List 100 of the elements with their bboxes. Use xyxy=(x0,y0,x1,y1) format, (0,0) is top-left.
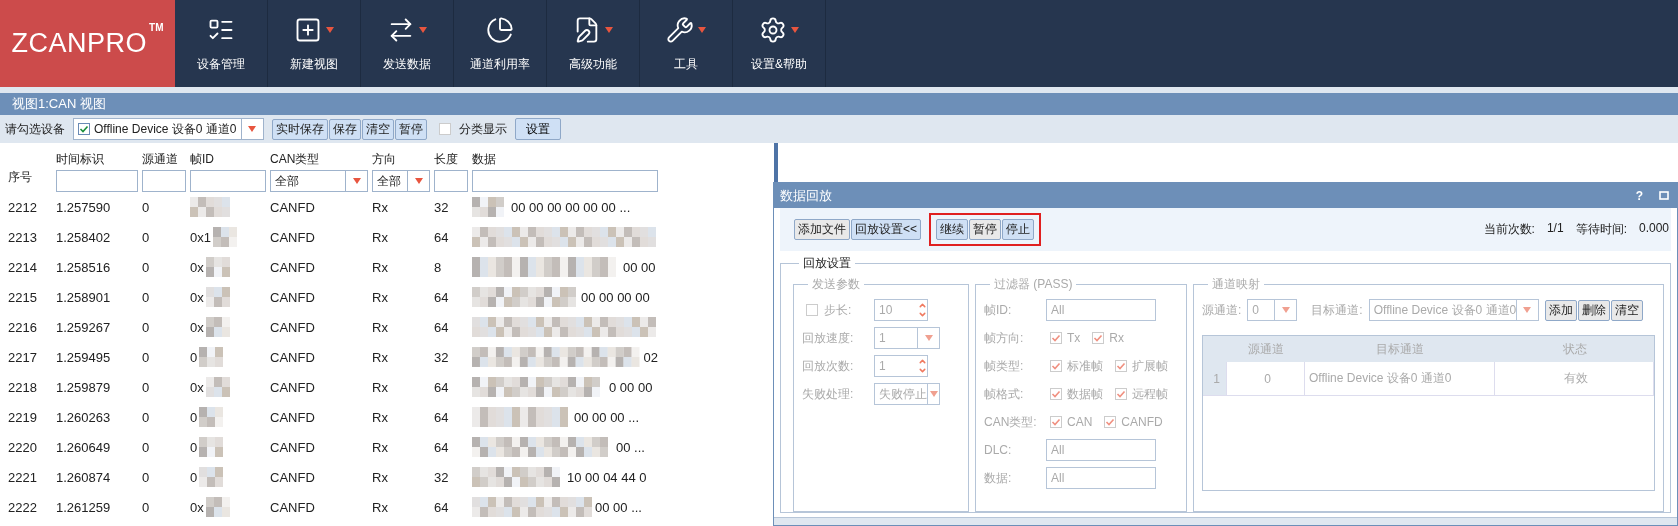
field-label: 回放次数: xyxy=(802,357,854,375)
dropdown-arrow-icon xyxy=(698,27,706,33)
control-button[interactable]: 继续 xyxy=(936,219,968,241)
toolbar-button[interactable]: 添加文件 xyxy=(794,219,850,241)
table-cell-text: 1.257590 xyxy=(56,198,112,217)
control-button[interactable]: 停止 xyxy=(1002,219,1034,241)
table-cell: 0 xyxy=(1227,362,1305,397)
table-cell-text: 1.260263 xyxy=(56,408,112,427)
table-cell-text: CANFD xyxy=(270,408,316,427)
column-header: 源通道 xyxy=(1227,336,1305,363)
table-cell-text: 2212 xyxy=(8,198,38,217)
checkbox-label: 远程帧 xyxy=(1132,385,1168,403)
table-cell: 有效 xyxy=(1495,362,1654,397)
table-cell-text: 0 xyxy=(142,258,151,277)
filter-field[interactable] xyxy=(472,170,658,192)
table-cell: 02 xyxy=(643,349,658,365)
field-label: 数据: xyxy=(984,469,1012,487)
dropdown-arrow-icon xyxy=(352,178,361,184)
dropdown-arrow-icon xyxy=(924,335,933,342)
dropdown-arrow-icon xyxy=(419,27,427,33)
table-cell-text: 1.258901 xyxy=(56,288,112,307)
field-label: 帧方向: xyxy=(984,329,1024,347)
table-cell-text: CANFD xyxy=(270,348,316,367)
dialog-title: 数据回放 xyxy=(780,186,833,205)
field-label: 回放速度: xyxy=(802,329,854,347)
table-cell: 0 00 00 xyxy=(609,379,653,395)
table-cell-text: CANFD xyxy=(270,318,316,337)
table-cell: 00 00 00 00 xyxy=(581,289,650,305)
table-cell-text: 64 xyxy=(434,288,450,307)
pixelated-drawing xyxy=(205,497,230,517)
table-cell-text: CANFD xyxy=(270,228,316,247)
table-cell-text: 2221 xyxy=(8,468,38,487)
dropdown-arrow-icon xyxy=(605,27,613,33)
column-header: 源通道 xyxy=(142,151,179,167)
dropdown-arrow-icon xyxy=(1523,307,1532,314)
toolbar-button[interactable]: 清空 xyxy=(361,118,394,140)
status-value: 1/1 xyxy=(1546,221,1564,238)
group-title: 发送参数 xyxy=(812,277,860,292)
toolbar-button[interactable]: 暂停 xyxy=(394,118,427,140)
table-cell-text: 32 xyxy=(434,468,450,487)
row-number: 1 xyxy=(1203,362,1227,397)
column-header: 帧ID xyxy=(190,151,215,167)
filter-select[interactable]: 全部 xyxy=(372,170,430,192)
filter-field[interactable] xyxy=(434,170,468,192)
filter-field[interactable] xyxy=(190,170,266,192)
field-label: 帧格式: xyxy=(984,385,1024,403)
filter-field[interactable] xyxy=(142,170,186,192)
table-cell-text: Rx xyxy=(372,198,389,217)
column-header: 方向 xyxy=(372,151,397,167)
table-cell-text: CANFD xyxy=(270,258,316,277)
toolbar-button[interactable]: 保存 xyxy=(328,118,361,140)
table-cell-text: Rx xyxy=(372,348,389,367)
table-cell-text: 2215 xyxy=(8,288,38,307)
table-cell-text: CANFD xyxy=(270,438,316,457)
table-cell-text: 64 xyxy=(434,408,450,427)
table-cell-text: 64 xyxy=(434,318,450,337)
group-title: 回放设置 xyxy=(803,256,851,271)
table-cell-text: 0 xyxy=(142,378,151,397)
pixelated-drawing xyxy=(205,377,230,397)
table-cell-text: CANFD xyxy=(270,378,316,397)
field-label: 目标通道: xyxy=(1311,301,1363,319)
toolbar-icon xyxy=(759,16,787,44)
table-cell-text: 0 xyxy=(142,438,151,457)
table-cell: 0 xyxy=(190,439,198,455)
table-cell: Offline Device 设备0 通道0 xyxy=(1305,362,1495,397)
table-cell-text: 0 xyxy=(142,318,151,337)
table-cell-text: 2219 xyxy=(8,408,38,427)
dropdown-arrow-icon xyxy=(1281,307,1290,314)
device-select[interactable]: Offline Device 设备0 通道0 xyxy=(73,118,264,140)
settings-button[interactable]: 设置 xyxy=(514,118,561,140)
table-cell-text: 0 xyxy=(142,288,151,307)
view-title: 视图1:CAN 视图 xyxy=(0,93,1678,115)
table-cell-text: Rx xyxy=(372,438,389,457)
toolbar-icon xyxy=(666,16,694,44)
maximize-icon[interactable] xyxy=(1659,191,1669,201)
trademark: TM xyxy=(149,22,164,33)
filter-select[interactable]: 全部 xyxy=(270,170,368,192)
table-cell-text: Rx xyxy=(372,228,389,247)
field-label: 失败处理: xyxy=(802,385,854,403)
table-cell: 0x xyxy=(190,379,204,395)
filter-field[interactable] xyxy=(56,170,138,192)
toolbar-icon xyxy=(486,16,514,44)
table-cell-text: 64 xyxy=(434,378,450,397)
group-title: 通道映射 xyxy=(1212,277,1260,292)
column-header: 状态 xyxy=(1495,336,1654,363)
control-button[interactable]: 暂停 xyxy=(969,219,1001,241)
table-cell-text: 0 xyxy=(142,408,151,427)
table-cell-text: 2214 xyxy=(8,258,38,277)
checkbox-label: 扩展帧 xyxy=(1132,357,1168,375)
toolbar-button[interactable]: 实时保存 xyxy=(271,118,328,140)
checkbox[interactable] xyxy=(78,123,90,135)
checkbox[interactable] xyxy=(438,123,451,135)
field-label: 源通道: xyxy=(1202,301,1242,319)
table-cell: 00 ... xyxy=(616,439,645,455)
table-cell: 00 00 00 00 00 00 ... xyxy=(511,199,631,215)
toolbar-button[interactable]: 回放设置<< xyxy=(851,219,921,241)
table-cell-text: 1.258402 xyxy=(56,228,112,247)
dropdown-arrow-icon xyxy=(248,126,256,132)
toolbar-icon xyxy=(294,16,322,44)
checkbox-label: 分类显示 xyxy=(458,120,507,138)
